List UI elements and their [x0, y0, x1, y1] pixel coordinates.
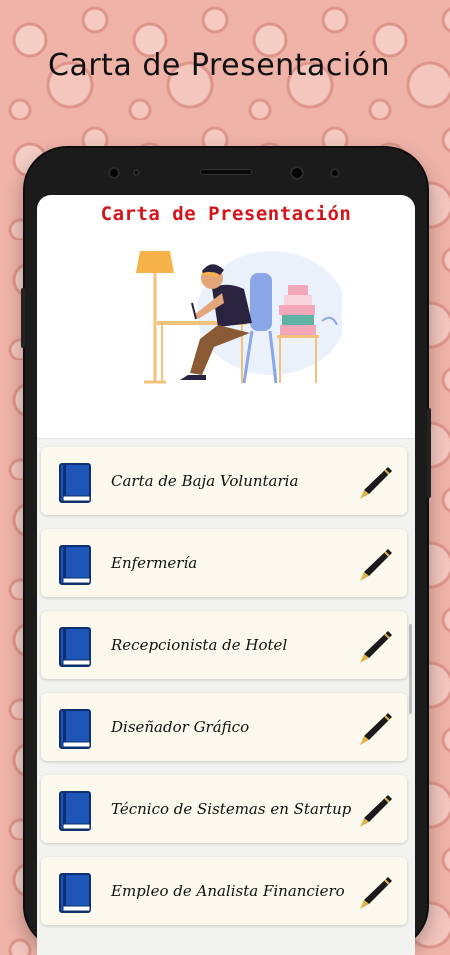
list-item[interactable]: Enfermería	[41, 529, 407, 597]
pen-icon[interactable]	[355, 791, 395, 831]
list-item-label: Técnico de Sistemas en Startup	[111, 800, 352, 818]
book-icon	[59, 791, 91, 831]
sensor-icon	[330, 168, 340, 178]
earpiece-speaker	[200, 169, 252, 175]
book-icon	[59, 545, 91, 585]
pen-icon[interactable]	[355, 627, 395, 667]
phone-volume-button	[427, 408, 431, 498]
list-item[interactable]: Técnico de Sistemas en Startup	[41, 775, 407, 843]
book-icon	[59, 873, 91, 913]
list-item-label: Enfermería	[111, 554, 198, 572]
pen-icon[interactable]	[355, 873, 395, 913]
book-icon	[59, 463, 91, 503]
pen-icon[interactable]	[355, 463, 395, 503]
pen-icon[interactable]	[355, 709, 395, 749]
list-item-label: Carta de Baja Voluntaria	[111, 472, 299, 490]
book-icon	[59, 627, 91, 667]
book-icon	[59, 709, 91, 749]
app-screen: Carta de Presentación Carta de Baja Volu…	[37, 195, 415, 955]
list-item-label: Empleo de Analista Financiero	[111, 882, 345, 900]
list-item-label: Recepcionista de Hotel	[111, 636, 288, 654]
list-item[interactable]: Diseñador Gráfico	[41, 693, 407, 761]
front-camera-icon	[108, 167, 120, 179]
list-item[interactable]: Recepcionista de Hotel	[41, 611, 407, 679]
list-item[interactable]: Carta de Baja Voluntaria	[41, 447, 407, 515]
app-title: Carta de Presentación	[100, 203, 352, 225]
person-writing-at-desk-illustration	[136, 251, 342, 384]
list-item[interactable]: Empleo de Analista Financiero	[41, 857, 407, 925]
phone-side-button	[21, 288, 25, 348]
store-headline: Carta de Presentación	[48, 48, 391, 83]
pen-icon[interactable]	[355, 545, 395, 585]
phone-frame: Carta de Presentación Carta de Baja Volu…	[21, 148, 431, 955]
letter-list: Carta de Baja Voluntaria Enfermería Rece…	[37, 438, 415, 955]
list-item-label: Diseñador Gráfico	[111, 718, 250, 736]
front-camera-icon	[290, 166, 304, 180]
sensor-icon	[133, 169, 140, 176]
scrollbar[interactable]	[409, 624, 412, 714]
